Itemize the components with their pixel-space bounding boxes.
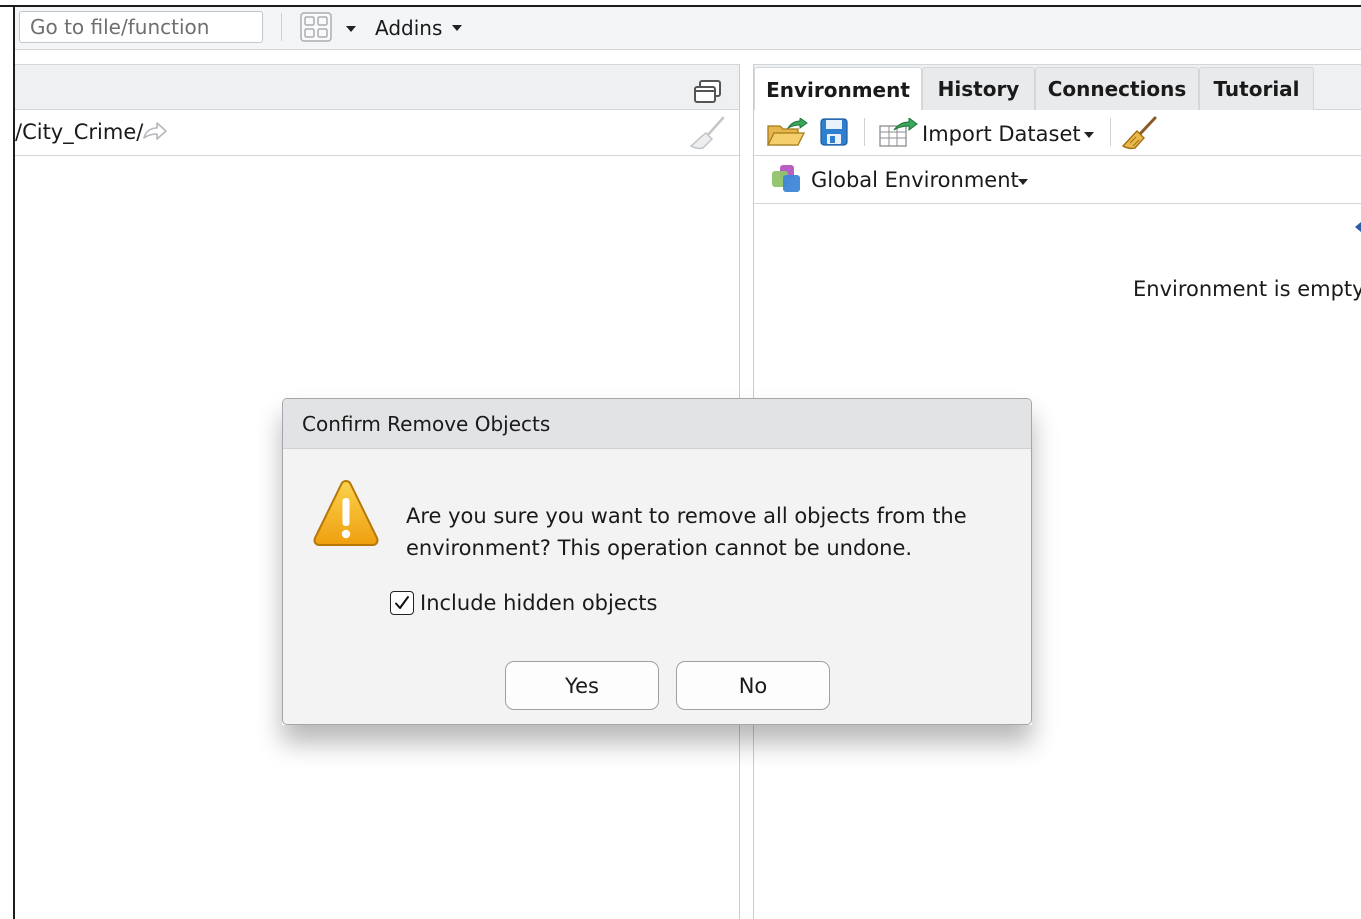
environment-tabs: Environment History Connections Tutorial [754,64,1361,111]
include-hidden-objects-option[interactable]: Include hidden objects [390,591,657,615]
addins-menu-button[interactable]: Addins [375,13,463,43]
yes-button[interactable]: Yes [505,661,659,710]
pane-layout-dropdown-icon[interactable] [346,26,356,32]
import-dataset-button[interactable]: Import Dataset [922,122,1081,146]
grid-icon [300,12,332,42]
chevron-down-icon [452,25,463,31]
go-to-directory-icon[interactable] [142,120,168,142]
toolbar-separator [864,118,865,146]
include-hidden-objects-checkbox[interactable] [390,591,414,615]
chevron-down-icon[interactable] [1084,132,1094,138]
include-hidden-objects-label: Include hidden objects [420,591,658,615]
toolbar-separator [281,13,282,41]
chevron-down-icon[interactable] [1018,179,1028,185]
pane-layout-button[interactable] [300,12,332,42]
save-workspace-icon[interactable] [820,118,848,146]
tab-environment[interactable]: Environment [754,67,922,111]
no-button[interactable]: No [676,661,830,710]
addins-label: Addins [375,16,443,40]
environment-empty-message: Environment is empty [1133,277,1361,301]
confirm-remove-dialog: Confirm Remove Objects Are you sure you … [282,398,1032,725]
window-top-border [0,0,1361,7]
environment-scope-bar: Global Environment [754,156,1361,204]
dialog-title-bar: Confirm Remove Objects [283,399,1031,449]
dialog-message: Are you sure you want to remove all obje… [406,504,967,560]
environment-toolbar: Import Dataset [754,110,1361,156]
goto-file-function-input[interactable] [19,11,263,43]
files-pane-header [15,64,739,110]
checkmark-icon [395,596,409,609]
environment-scope-dropdown[interactable]: Global Environment [811,168,1019,192]
main-toolbar: Addins [15,7,1361,50]
dialog-title: Confirm Remove Objects [302,412,551,436]
load-workspace-icon[interactable] [766,118,808,148]
import-dataset-icon[interactable] [878,118,918,148]
pane-indicator-icon [1355,222,1361,232]
toolbar-separator [1110,118,1111,146]
path-text[interactable]: /City_Crime/ [15,120,143,144]
clear-workspace-broom-icon[interactable] [1122,116,1158,150]
tab-history[interactable]: History [922,67,1035,110]
environment-scope-icon [772,165,800,192]
tab-connections[interactable]: Connections [1035,67,1199,110]
path-breadcrumb: /City_Crime/ [15,110,739,156]
warning-icon [313,479,379,546]
clear-broom-icon[interactable] [689,116,727,150]
restore-pane-icon[interactable] [693,79,723,105]
tab-tutorial[interactable]: Tutorial [1199,67,1314,110]
